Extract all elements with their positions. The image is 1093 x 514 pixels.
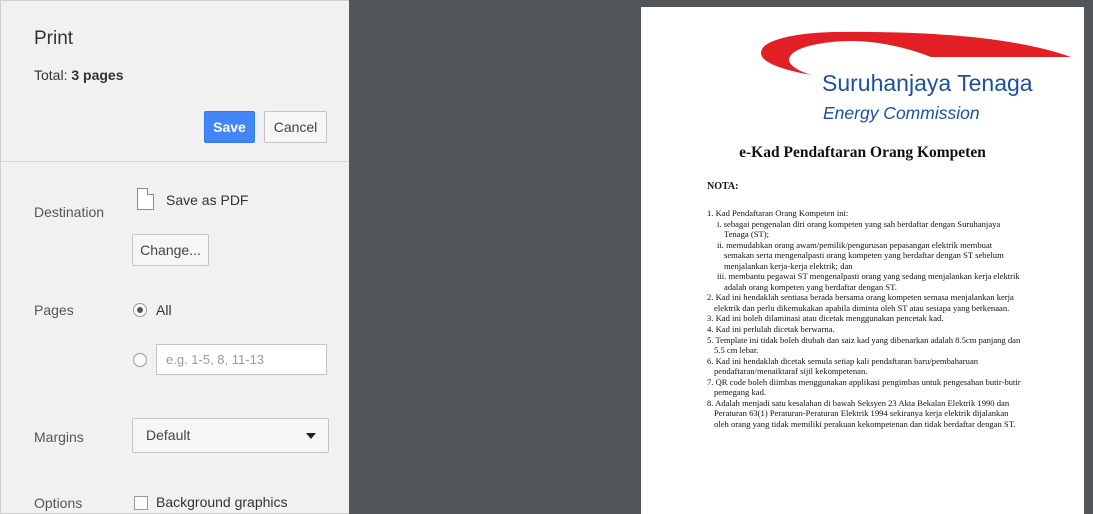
note-line: 6. Kad ini hendaklah dicetak semula seti…	[707, 355, 979, 366]
note-line: 7. QR code boleh diimbas menggunakan app…	[707, 376, 1021, 387]
preview-page: Suruhanjaya Tenaga Energy Commission e-K…	[641, 7, 1084, 514]
dropdown-arrow-icon	[306, 433, 316, 439]
print-header: Print Total: 3 pages Save Cancel	[1, 1, 349, 162]
total-value: 3 pages	[71, 67, 124, 83]
note-line: semakan serta mengenalpasti orang kompet…	[724, 250, 1004, 261]
note-line: Peraturan 63(1) Peraturan-Peraturan Elek…	[714, 408, 1009, 419]
margins-label: Margins	[34, 429, 84, 445]
pages-label: Pages	[34, 302, 74, 318]
cancel-button[interactable]: Cancel	[264, 111, 327, 143]
print-title: Print	[34, 28, 74, 49]
note-line: 4. Kad ini perlulah dicetak berwarna.	[707, 324, 835, 335]
save-button[interactable]: Save	[204, 111, 255, 143]
note-line: adalah orang kompeten yang berdaftar den…	[724, 281, 897, 292]
nota-label: NOTA:	[707, 181, 739, 192]
note-line: oleh orang yang tidak memiliki perakuan …	[714, 418, 1016, 429]
note-line: pendaftaran/menaiktaraf sijil kekompeten…	[714, 366, 868, 377]
options-label: Options	[34, 495, 83, 511]
note-line: Tenaga (ST);	[724, 229, 769, 240]
note-line: ii. memudahkan orang awam/pemilik/pengur…	[717, 239, 993, 250]
background-graphics-checkbox[interactable]	[134, 496, 148, 510]
destination-value: Save as PDF	[166, 192, 249, 208]
margins-value: Default	[146, 427, 191, 443]
pdf-file-icon	[137, 188, 154, 210]
pages-all-radio[interactable]	[133, 303, 147, 317]
total-label: Total:	[34, 67, 72, 83]
note-line: 3. Kad ini boleh dilaminasi atau dicetak…	[707, 313, 944, 324]
total-pages: Total: 3 pages	[34, 67, 124, 83]
document-title: e-Kad Pendaftaran Orang Kompeten	[739, 144, 986, 161]
background-graphics-label: Background graphics	[156, 494, 288, 510]
note-line: 5.5 cm lebar.	[714, 345, 759, 356]
note-line: 5. Template ini tidak boleh diubah dan s…	[707, 334, 1021, 345]
logo-line2: Energy Commission	[823, 103, 980, 123]
note-line: pemegang kad.	[714, 387, 767, 398]
notes-list: 1. Kad Pendaftaran Orang Kompeten ini: i…	[707, 208, 1070, 429]
note-line: i. sebagai pengenalan diri orang kompete…	[717, 218, 1001, 229]
note-line: 2. Kad ini hendaklah sentiasa berada ber…	[707, 292, 1014, 303]
print-settings-panel: Print Total: 3 pages Save Cancel Destina…	[0, 0, 349, 514]
pages-all-label: All	[156, 302, 172, 318]
pages-range-radio[interactable]	[133, 353, 147, 367]
change-destination-button[interactable]: Change...	[132, 234, 209, 266]
destination-label: Destination	[34, 204, 105, 220]
page-range-input[interactable]	[156, 344, 327, 375]
margins-select[interactable]: Default	[132, 418, 329, 453]
note-line: menjalankan kerja-kerja elektrik; dan	[724, 260, 853, 271]
note-line: elektrik dan perlu dikemukakan apabila d…	[714, 302, 1010, 313]
note-line: 1. Kad Pendaftaran Orang Kompeten ini:	[707, 208, 849, 218]
note-line: iii. membantu pegawai ST mengenalpasti o…	[717, 271, 1020, 282]
note-line: 8. Adalah menjadi satu kesalahan di bawa…	[707, 397, 1010, 408]
logo-line1: Suruhanjaya Tenaga	[822, 70, 1033, 96]
